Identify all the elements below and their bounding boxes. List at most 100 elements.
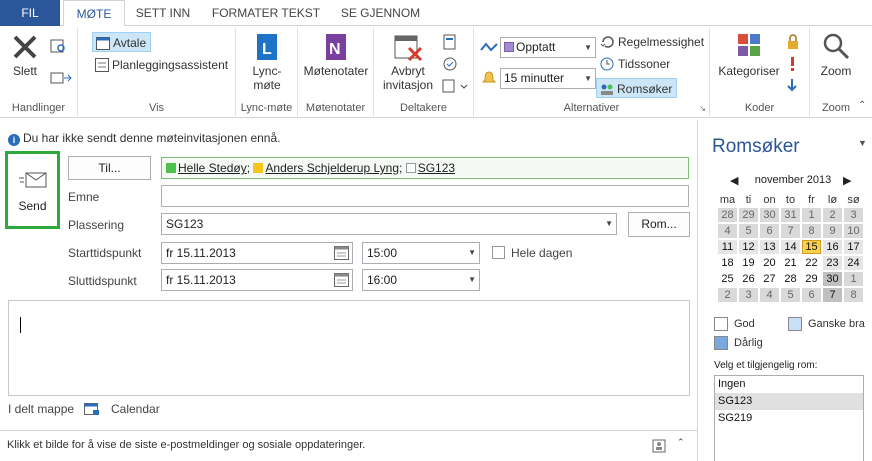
tab-meeting[interactable]: MØTE	[63, 0, 125, 27]
calendar-day[interactable]: 20	[760, 256, 779, 270]
calendar-day[interactable]: 23	[823, 256, 842, 270]
appointment-button[interactable]: Avtale	[92, 32, 152, 52]
lock-private-icon[interactable]	[786, 34, 800, 50]
calendar-day[interactable]: 18	[718, 256, 737, 270]
reminder-dropdown[interactable]: 15 minutter ▼	[500, 68, 596, 89]
calendar-day[interactable]: 14	[781, 240, 800, 254]
mini-calendar[interactable]: ma ti on to fr lø sø 28 29 30 31 1 2 3 4 5 6 7 8 9 10 11 12 13…	[716, 192, 865, 304]
tab-file[interactable]: FIL	[0, 0, 60, 26]
calendar-day[interactable]: 15	[802, 240, 821, 254]
calendar-day[interactable]: 19	[739, 256, 758, 270]
calendar-day[interactable]: 26	[739, 272, 758, 286]
attendee-1[interactable]: Helle Stedøy;	[166, 161, 250, 175]
prev-month-icon[interactable]: ◀	[730, 174, 738, 187]
calendar-search-icon[interactable]	[50, 38, 68, 54]
calendar-day[interactable]: 21	[781, 256, 800, 270]
calendar-day[interactable]: 25	[718, 272, 737, 286]
message-body[interactable]	[8, 300, 690, 396]
delete-button[interactable]: Slett	[5, 32, 45, 78]
cancel-invitation-button[interactable]: Avbryt invitasjon	[378, 32, 438, 92]
forward-icon[interactable]	[50, 70, 74, 86]
subject-input[interactable]	[161, 185, 689, 207]
categorize-button[interactable]: Kategoriser	[714, 32, 784, 78]
to-button[interactable]: Til...	[68, 156, 151, 180]
to-field[interactable]: Helle Stedøy; Anders Schjelderup Lyng; S…	[161, 157, 689, 179]
calendar-day[interactable]: 28	[718, 208, 737, 222]
calendar-day[interactable]: 6	[760, 224, 779, 238]
calendar-day[interactable]: 4	[760, 288, 779, 302]
attendee-3[interactable]: SG123	[405, 161, 455, 175]
calendar-day[interactable]: 10	[844, 224, 863, 238]
chevron-down-icon[interactable]: ▼	[468, 243, 476, 263]
send-button[interactable]: Send	[5, 151, 60, 229]
tab-review[interactable]: SE GJENNOM	[333, 0, 428, 26]
expand-pane-icon[interactable]: ⌃	[677, 437, 685, 448]
calendar-day[interactable]: 1	[802, 208, 821, 222]
calendar-day[interactable]: 30	[760, 208, 779, 222]
start-date-input[interactable]: fr 15.11.2013	[161, 242, 353, 264]
all-day-checkbox[interactable]	[492, 246, 505, 259]
calendar-day[interactable]: 8	[844, 288, 863, 302]
meeting-notes-button[interactable]: N Møtenotater	[302, 32, 370, 78]
address-book-icon[interactable]	[442, 34, 458, 50]
calendar-day[interactable]: 4	[718, 224, 737, 238]
location-input[interactable]: SG123 ▼	[161, 213, 617, 235]
calendar-day[interactable]: 24	[844, 256, 863, 270]
zoom-button[interactable]: Zoom	[814, 32, 858, 78]
calendar-day[interactable]: 29	[739, 208, 758, 222]
shared-folder-value[interactable]: Calendar	[111, 402, 160, 416]
lync-meeting-button[interactable]: L Lync- møte	[242, 32, 292, 92]
check-names-icon[interactable]	[442, 56, 458, 72]
room-finder-button[interactable]: Romsøker	[596, 78, 678, 98]
people-pane-icon[interactable]	[652, 438, 668, 454]
calendar-day[interactable]: 13	[760, 240, 779, 254]
calendar-day[interactable]: 31	[781, 208, 800, 222]
calendar-day[interactable]: 3	[844, 208, 863, 222]
attendee-2[interactable]: Anders Schjelderup Lyng;	[253, 161, 402, 175]
calendar-day[interactable]: 2	[823, 208, 842, 222]
calendar-day[interactable]: 8	[802, 224, 821, 238]
chevron-down-icon[interactable]: ▼	[468, 270, 476, 290]
calendar-day[interactable]: 5	[781, 288, 800, 302]
chevron-down-icon[interactable]: ▼	[605, 214, 613, 234]
calendar-day[interactable]: 7	[823, 288, 842, 302]
calendar-day[interactable]: 16	[823, 240, 842, 254]
calendar-day[interactable]: 11	[718, 240, 737, 254]
date-picker-icon[interactable]	[334, 273, 349, 287]
low-importance-icon[interactable]	[786, 78, 798, 92]
calendar-day[interactable]: 5	[739, 224, 758, 238]
calendar-day[interactable]: 12	[739, 240, 758, 254]
calendar-day[interactable]: 30	[823, 272, 842, 286]
pane-menu-icon[interactable]: ▼	[858, 138, 867, 148]
calendar-day[interactable]: 9	[823, 224, 842, 238]
show-as-dropdown[interactable]: Opptatt ▼	[500, 37, 596, 58]
date-picker-icon[interactable]	[334, 246, 349, 260]
calendar-day[interactable]: 28	[781, 272, 800, 286]
calendar-days[interactable]: 28 29 30 31 1 2 3 4 5 6 7 8 9 10 11 12 13 14 15 16 17 18 19 20 2…	[718, 208, 863, 302]
time-zones-button[interactable]: Tidssoner	[598, 54, 670, 74]
calendar-day[interactable]: 7	[781, 224, 800, 238]
people-pane-text[interactable]: Klikk et bilde for å vise de siste e-pos…	[7, 439, 365, 451]
end-date-input[interactable]: fr 15.11.2013	[161, 269, 353, 291]
room-item-none[interactable]: Ingen	[715, 376, 863, 393]
end-time-input[interactable]: 16:00 ▼	[362, 269, 480, 291]
response-options-icon[interactable]	[442, 78, 468, 94]
room-item-sg123[interactable]: SG123	[715, 393, 863, 410]
rooms-list[interactable]: Ingen SG123 SG219	[714, 375, 864, 461]
start-time-input[interactable]: 15:00 ▼	[362, 242, 480, 264]
high-importance-icon[interactable]	[788, 56, 798, 72]
calendar-day[interactable]: 22	[802, 256, 821, 270]
tab-insert[interactable]: SETT INN	[128, 0, 198, 26]
tab-format-text[interactable]: FORMATER TEKST	[205, 0, 327, 26]
scheduling-assistant-button[interactable]: Planleggingsassistent	[92, 55, 232, 75]
calendar-day[interactable]: 29	[802, 272, 821, 286]
calendar-day[interactable]: 2	[718, 288, 737, 302]
calendar-day[interactable]: 27	[760, 272, 779, 286]
collapse-ribbon-icon[interactable]: ⌃	[858, 100, 866, 111]
calendar-day[interactable]: 17	[844, 240, 863, 254]
calendar-day[interactable]: 1	[844, 272, 863, 286]
rooms-button[interactable]: Rom...	[628, 212, 690, 237]
next-month-icon[interactable]: ▶	[843, 174, 851, 187]
calendar-day[interactable]: 6	[802, 288, 821, 302]
room-item-sg219[interactable]: SG219	[715, 410, 863, 427]
